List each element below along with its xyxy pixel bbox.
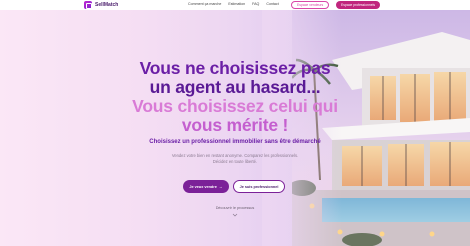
logo-icon: [84, 1, 92, 9]
chevron-down-icon[interactable]: [232, 212, 238, 218]
hero-section: Vous ne choisissez pas un agent au hasar…: [0, 10, 470, 246]
hero-subtitle: Choisissez un professionnel immobilier s…: [149, 139, 321, 145]
nav-link-contact[interactable]: Contact: [266, 2, 278, 6]
discover-process-link[interactable]: Découvrir le processus: [0, 206, 470, 210]
hero-title-line-4: vous mérite !: [181, 115, 289, 135]
brand-name: SellMatch: [95, 2, 119, 8]
nav-link-faq[interactable]: FAQ: [252, 2, 259, 6]
seller-space-button[interactable]: Espace vendeurs: [291, 1, 330, 9]
nav-link-how-it-works[interactable]: Comment ça marche: [188, 2, 221, 6]
pro-space-button[interactable]: Espace professionnels: [336, 1, 381, 9]
sell-button-label: Je veux vendre: [189, 184, 217, 189]
sell-button[interactable]: Je veux vendre →: [183, 180, 229, 193]
hero-description: Vendez votre bien en restant anonyme. Co…: [171, 153, 299, 164]
nav-link-estimation[interactable]: Estimation: [228, 2, 245, 6]
main-nav: Comment ça marche Estimation FAQ Contact: [188, 2, 279, 6]
hero-title-line-1: Vous ne choisissez pas: [139, 58, 331, 78]
professional-button[interactable]: Je suis professionnel: [233, 180, 285, 193]
arrow-right-icon: →: [218, 184, 223, 189]
brand-logo[interactable]: SellMatch: [84, 1, 118, 9]
hero-title-line-3: Vous choisissez celui qui: [132, 96, 338, 116]
top-navbar: SellMatch Comment ça marche Estimation F…: [0, 0, 470, 10]
hero-title-line-2: un agent au hasard...: [149, 77, 321, 97]
